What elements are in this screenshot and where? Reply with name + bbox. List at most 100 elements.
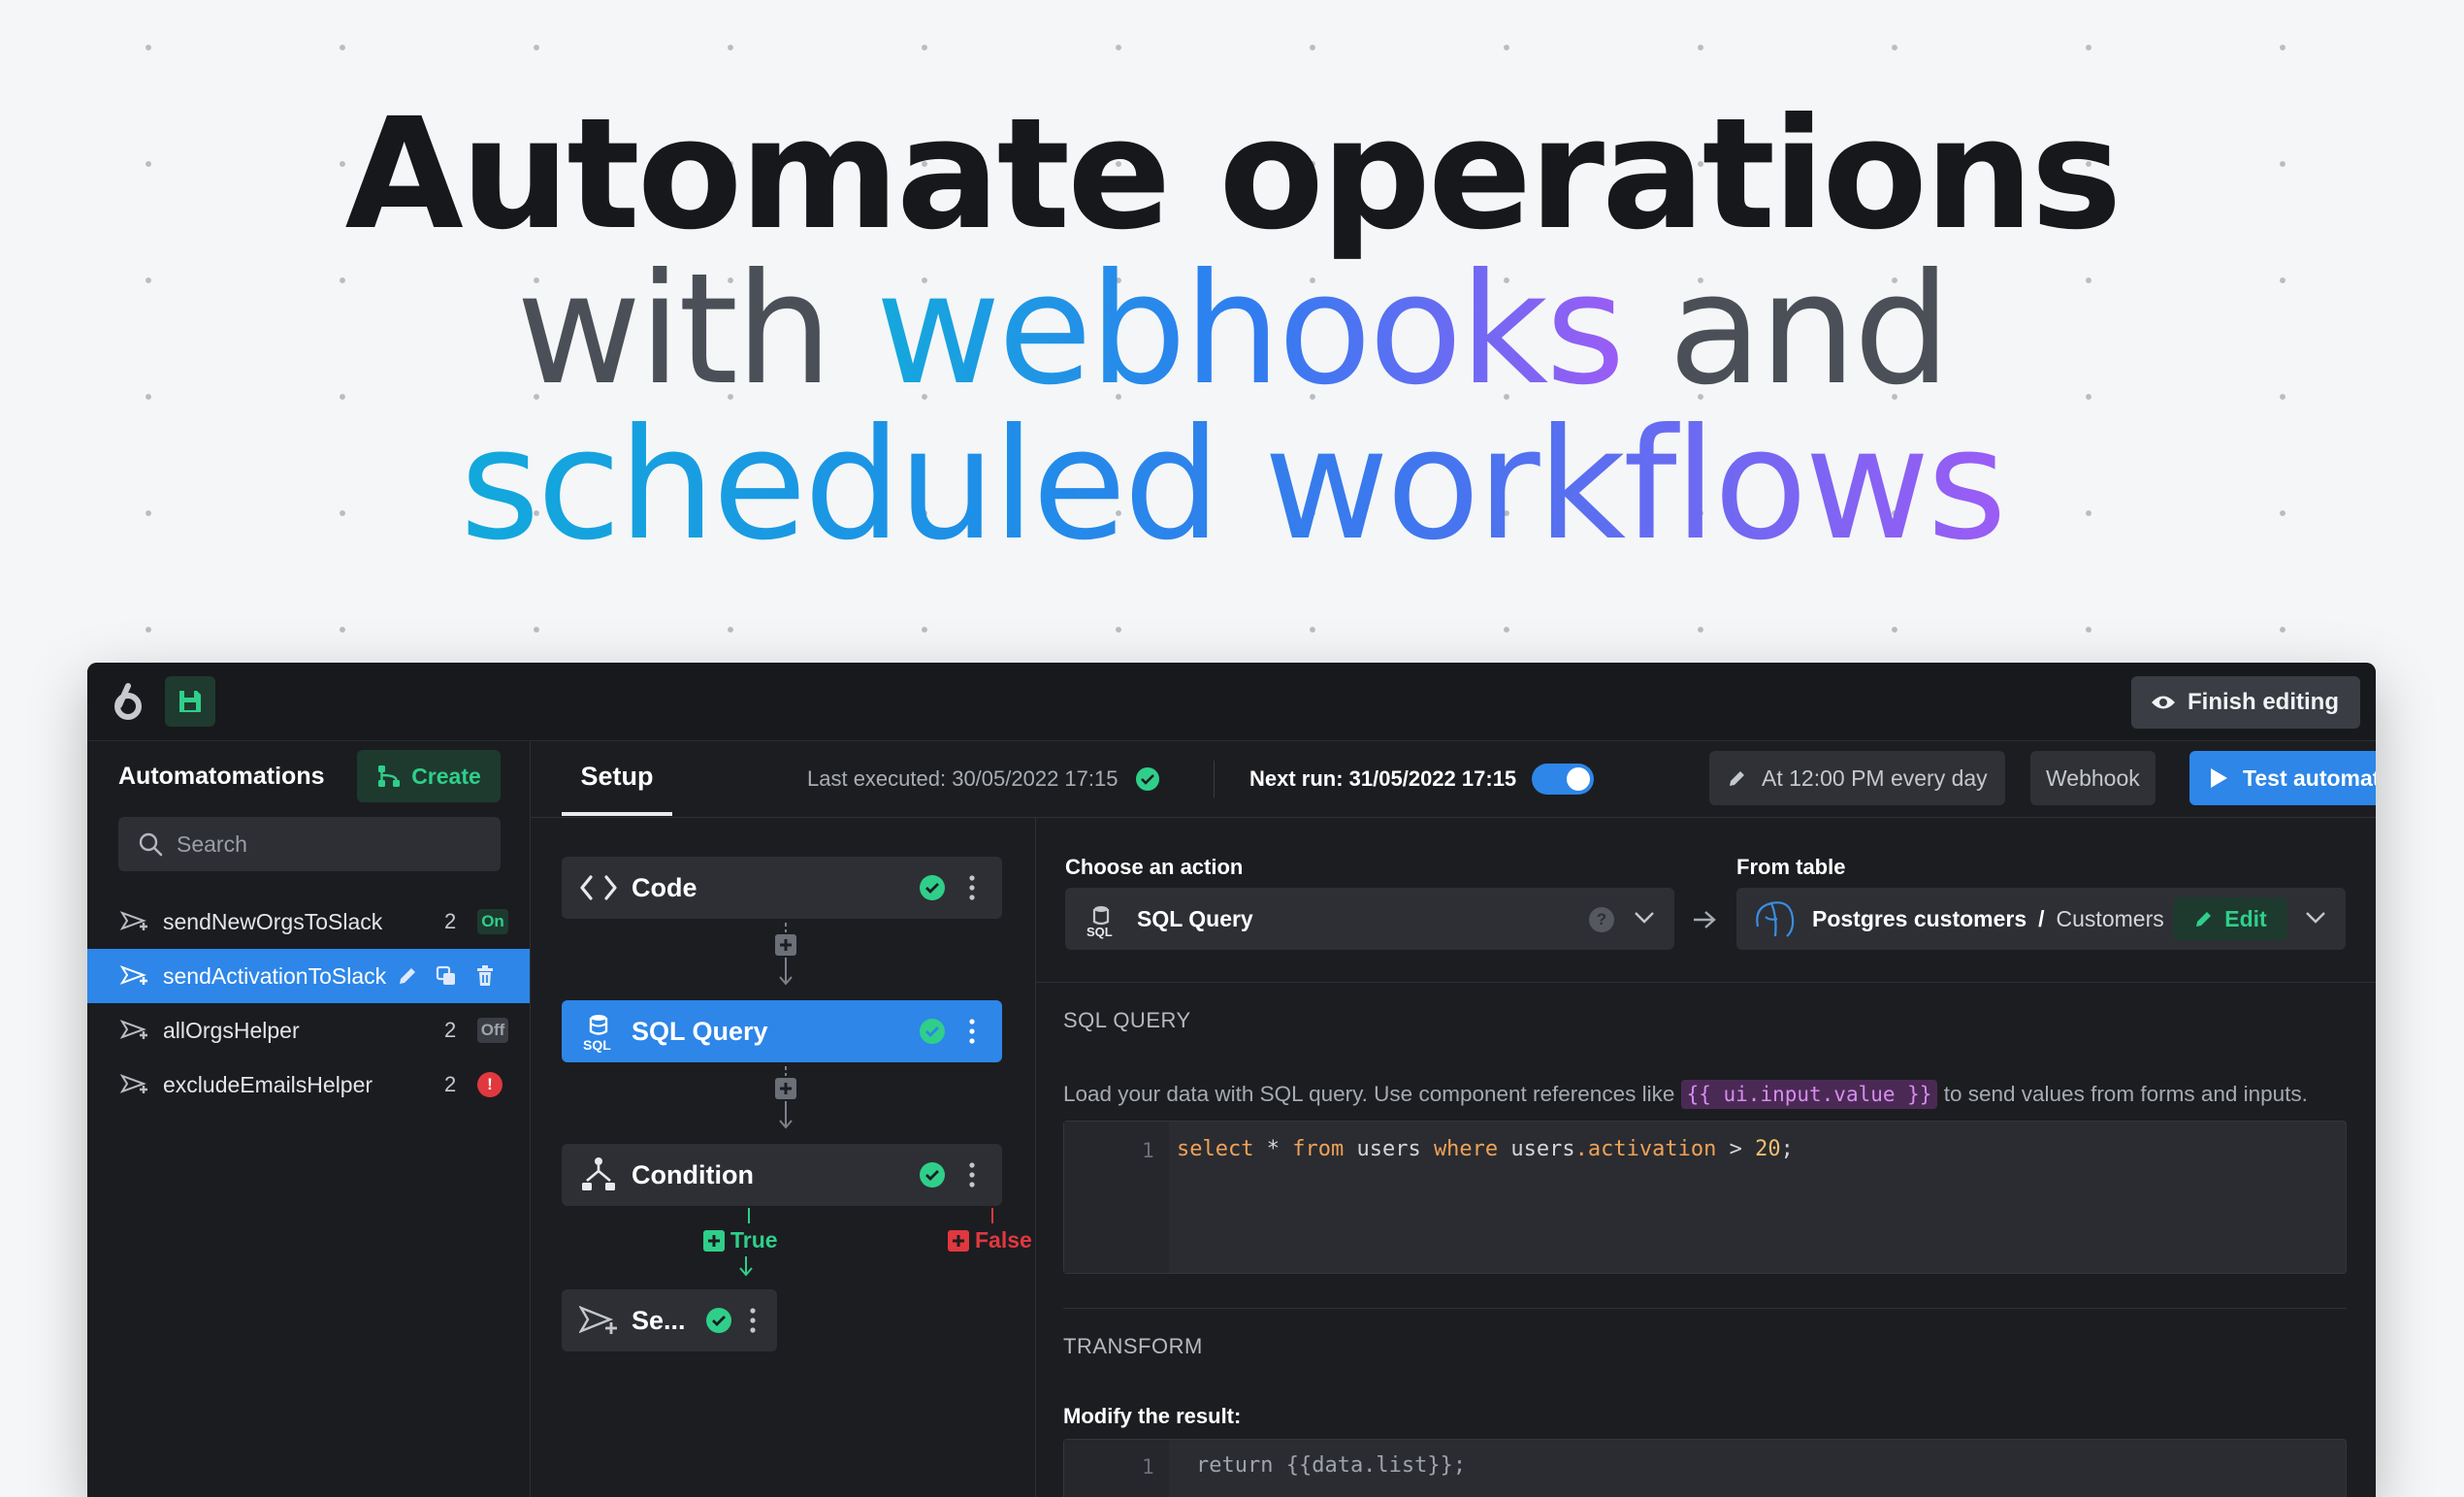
plus-square-icon [948, 1229, 969, 1252]
table-name: Customers [2056, 905, 2164, 931]
sql-token: users [1344, 1137, 1434, 1161]
more-vertical-icon[interactable] [967, 1159, 977, 1190]
sql-token: where [1433, 1137, 1499, 1161]
sidebar-title: Automatomations [118, 763, 325, 790]
schedule-button[interactable]: At 12:00 PM every day [1709, 751, 2005, 805]
check-circle-icon [920, 875, 945, 900]
action-detail-panel: Choose an action SQL SQL Query ? From ta… [1036, 818, 2376, 1497]
search-icon [139, 832, 163, 857]
true-branch-button[interactable]: True [703, 1227, 778, 1253]
table-select[interactable]: Postgres customers / Customers Edit [1736, 888, 2346, 950]
edit-pencil-icon[interactable] [396, 964, 419, 988]
false-branch-button[interactable]: False [948, 1227, 1032, 1253]
chevron-down-icon [1635, 912, 1654, 924]
postgres-elephant-icon [1756, 901, 1795, 937]
automation-item-sendactivationtoslack[interactable]: sendActivationToSlack [87, 949, 530, 1003]
false-label: False [975, 1227, 1032, 1253]
add-step-connector-icon[interactable] [773, 1066, 798, 1134]
sql-hint: Load your data with SQL query. Use compo… [1063, 1080, 2308, 1109]
automation-count: 2 [444, 1018, 457, 1042]
finish-editing-label: Finish editing [2188, 689, 2339, 715]
flow-canvas: Code SQL Query SQL Condition True False … [531, 818, 1036, 1497]
last-executed-text: Last executed: 30/05/2022 17:15 [807, 766, 1119, 791]
automation-item-excludeemailshelper[interactable]: excludeEmailsHelper 2 ! [87, 1058, 530, 1112]
more-vertical-icon[interactable] [967, 1016, 977, 1047]
test-automation-label: Test automation [2243, 765, 2376, 791]
sql-editor[interactable]: 1 select * from users where users.activa… [1063, 1121, 2347, 1274]
app-window: Finish editing Automatomations Create Se… [87, 663, 2376, 1497]
headline-and: and [1622, 241, 1951, 419]
more-vertical-icon[interactable] [967, 872, 977, 903]
tab-setup[interactable]: Setup [562, 741, 672, 816]
automation-send-icon [120, 1020, 147, 1039]
webhook-button[interactable]: Webhook [2030, 751, 2156, 805]
action-select[interactable]: SQL SQL Query ? [1065, 888, 1674, 950]
sql-token: 20 [1755, 1137, 1781, 1161]
flow-node-code[interactable]: Code [562, 857, 1002, 919]
headline-line-1: Automate operations [344, 85, 2123, 264]
play-icon [2211, 768, 2228, 788]
schedule-label: At 12:00 PM every day [1762, 765, 1988, 791]
duplicate-icon[interactable] [435, 964, 458, 988]
trash-icon[interactable] [473, 964, 497, 988]
transform-code-line: return {{data.list}}; [1196, 1453, 1467, 1478]
true-branch-line [748, 1208, 750, 1223]
search-input[interactable]: Search [118, 817, 501, 871]
automation-item-allorgshelper[interactable]: allOrgsHelper 2 Off [87, 1003, 530, 1058]
more-vertical-icon[interactable] [748, 1305, 758, 1336]
flow-node-send[interactable]: Se... [562, 1289, 777, 1351]
pencil-icon [1730, 771, 1744, 786]
status-badge-off: Off [477, 1018, 508, 1043]
sql-query-section-title: SQL QUERY [1063, 1008, 1191, 1032]
chevron-down-icon[interactable] [2305, 911, 2326, 925]
sql-token: select [1177, 1137, 1254, 1161]
node-label: SQL Query [632, 1016, 768, 1046]
automation-label: excludeEmailsHelper [163, 1071, 373, 1097]
transform-editor[interactable]: 1 return {{data.list}}; [1063, 1439, 2347, 1497]
divider [1214, 761, 1215, 797]
help-icon[interactable]: ? [1589, 907, 1614, 932]
branch-icon [378, 765, 401, 787]
node-label: Condition [632, 1159, 754, 1189]
arrow-right-icon [1694, 911, 1716, 928]
flow-node-condition[interactable]: Condition [562, 1144, 1002, 1206]
automation-send-icon [120, 1074, 147, 1093]
automation-count: 2 [444, 909, 457, 933]
headline-with: with [516, 241, 876, 419]
true-label: True [730, 1227, 778, 1253]
automation-send-icon [120, 965, 147, 985]
automation-count: 2 [444, 1072, 457, 1096]
test-automation-button[interactable]: Test automation [2189, 751, 2376, 805]
sql-token: ; [1780, 1137, 1794, 1161]
add-step-connector-icon[interactable] [773, 923, 798, 991]
headline-webhooks: webhooks [875, 241, 1625, 419]
sql-icon-text: SQL [1086, 925, 1113, 939]
create-button[interactable]: Create [357, 750, 501, 802]
finish-editing-button[interactable]: Finish editing [2131, 676, 2360, 729]
automation-label: sendNewOrgsToSlack [163, 908, 383, 934]
sql-token: users [1498, 1137, 1575, 1161]
save-icon[interactable] [165, 676, 215, 727]
code-brackets-icon [580, 875, 617, 900]
choose-action-label: Choose an action [1065, 855, 1244, 879]
status-badge-on: On [477, 909, 508, 934]
automation-item-sendneworgstoslack[interactable]: sendNewOrgsToSlack 2 On [87, 895, 530, 949]
condition-branch-icon [582, 1157, 615, 1190]
eye-icon [2152, 696, 2175, 709]
edit-resource-button[interactable]: Edit [2173, 897, 2287, 940]
pencil-icon [2196, 912, 2212, 927]
automation-header: Setup Last executed: 30/05/2022 17:15 Ne… [531, 741, 2376, 818]
sql-code-line: select * from users where users.activati… [1177, 1137, 1794, 1161]
flow-node-sql-query[interactable]: SQL Query SQL [562, 1000, 1002, 1062]
headline-line-3: scheduled workflows [0, 407, 2464, 563]
automation-list: sendNewOrgsToSlack 2 On sendActivationTo… [87, 895, 530, 1112]
headline-scheduled-workflows: scheduled workflows [460, 396, 2007, 574]
last-executed: Last executed: 30/05/2022 17:15 [807, 741, 1160, 817]
automations-sidebar: Automatomations Create Search sendNewOrg… [87, 741, 531, 1497]
schedule-toggle[interactable] [1532, 764, 1595, 795]
row-actions [396, 964, 497, 988]
true-branch-arrow [739, 1256, 753, 1277]
sql-token: from [1292, 1137, 1345, 1161]
check-circle-icon [706, 1308, 731, 1333]
action-select-value: SQL Query [1137, 905, 1253, 931]
